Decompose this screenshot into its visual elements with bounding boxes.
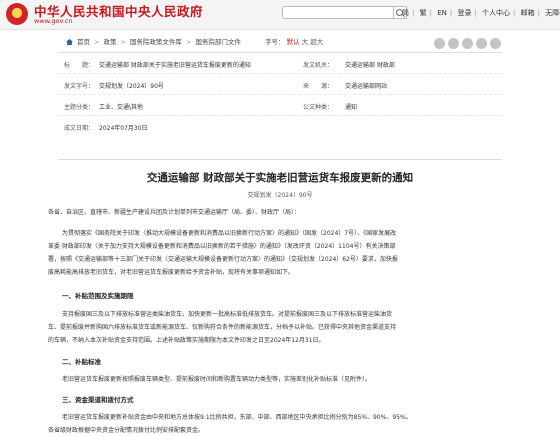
link-personal-center[interactable]: 个人中心: [482, 9, 510, 17]
meta-type-value: 通知: [345, 104, 358, 111]
home-icon: [66, 39, 73, 45]
intro-line: 为贯彻落实《国务院关于印发〈推动大规模设备更新和消费品以旧换新行动方案〉的通知》…: [62, 230, 397, 237]
link-accessibility[interactable]: 无障碍: [545, 9, 560, 17]
document-meta-table: 标 题： 交通运输部 财政部关于实施老旧营运货车报废更新的通知 发文机关： 交通…: [58, 52, 502, 160]
site-header: 中华人民共和国中央人民政府 www.gov.cn 简 | 繁 | EN | 登录 | 个…: [0, 0, 560, 30]
section-3-line: 老旧营运货车报废更新补贴资金由中央和地方总体按9:1比例共担，东部、中部、西部地…: [62, 414, 412, 421]
font-size-default[interactable]: 默认: [287, 38, 300, 46]
meta-topic-label: 主题分类：: [64, 104, 95, 111]
meta-row-docno: 发文字号： 交规划发〔2024〕90号 来 源： 交通运输部网站: [58, 74, 502, 95]
section-1-heading: 一、补贴范围及实施期限: [62, 292, 134, 300]
site-url: www.gov.cn: [34, 17, 73, 25]
breadcrumb: 首页 > 政策 > 国务院政策文件库 > 国务院部门文件: [66, 36, 241, 46]
font-size-xlarge[interactable]: 超大: [310, 38, 323, 46]
link-simplified[interactable]: 简: [402, 9, 409, 17]
share-wechat-icon[interactable]: [448, 38, 459, 49]
document-number: 交规划发〔2024〕90号: [247, 192, 313, 199]
meta-row-title: 标 题： 交通运输部 财政部关于实施老旧营运货车报废更新的通知 发文机关： 交通…: [58, 53, 502, 74]
meta-row-date: 成文日期： 2024年07月30日: [58, 116, 502, 136]
print-icon[interactable]: [490, 38, 501, 49]
meta-docno-value: 交规划发〔2024〕90号: [99, 83, 164, 90]
link-mailbox[interactable]: 邮箱: [521, 9, 535, 17]
meta-date-value: 2024年07月30日: [99, 125, 148, 132]
top-links: 简| 繁| EN| 登录| 个人中心| 邮箱| 无障碍: [402, 8, 560, 18]
breadcrumb-library[interactable]: 国务院政策文件库: [130, 38, 182, 46]
meta-issuer-label: 发文机关：: [303, 62, 334, 69]
intro-line: 革委 财政部印发〈关于加力支持大规模设备更新和消费品以旧换新的若干措施〉的通知》…: [48, 243, 396, 250]
meta-type-label: 公文种类：: [303, 104, 334, 111]
meta-topic-value: 工业、交通\其他: [99, 104, 144, 111]
intro-line: 废高耗能高排放老旧货车，对老旧营运货车报废更新给予资金补贴，现将有关事项通知如下…: [48, 269, 295, 276]
breadcrumb-dept-files[interactable]: 国务院部门文件: [195, 38, 241, 46]
meta-title-label: 标 题：: [64, 62, 95, 69]
link-login[interactable]: 登录: [457, 9, 471, 17]
breadcrumb-home[interactable]: 首页: [77, 38, 90, 46]
share-qzone-icon[interactable]: [462, 38, 473, 49]
share-weibo-icon[interactable]: [434, 38, 445, 49]
national-emblem-icon: [6, 3, 28, 25]
meta-docno-label: 发文字号：: [64, 83, 95, 90]
meta-issuer-value: 交通运输部 财政部: [345, 62, 395, 69]
font-size-control: 字号： 默认 大 超大: [265, 36, 323, 46]
meta-title-value: 交通运输部 财政部关于实施老旧营运货车报废更新的通知: [99, 62, 251, 69]
section-2-heading: 二、补贴标准: [62, 358, 101, 366]
section-1-line: 的车辆，不纳入本次补贴资金支持范围。上述补贴政策实施期限为本文件印发之日至202…: [48, 337, 325, 344]
meta-date-label: 成文日期：: [64, 125, 95, 132]
section-1-line: 支持报废国三及以下排放标准营运类柴油货车，加快更新一批高标准低排放货车。对提前报…: [62, 311, 393, 318]
section-2-line: 老旧营运货车报废更新按照报废车辆类型、提前报废时间和新购置车辆动力类型等，实施差…: [62, 376, 372, 383]
font-size-large[interactable]: 大: [302, 38, 309, 46]
meta-row-topic: 主题分类： 工业、交通\其他 公文种类： 通知: [58, 95, 502, 116]
meta-source-label: 来 源：: [303, 83, 334, 90]
section-3-heading: 三、资金渠道和拨付方式: [62, 396, 134, 404]
search-input[interactable]: [282, 6, 394, 19]
breadcrumb-bar: 首页 > 政策 > 国务院政策文件库 > 国务院部门文件 字号： 默认 大 超大: [0, 30, 560, 52]
link-traditional[interactable]: 繁: [420, 9, 427, 17]
share-bar: [434, 34, 504, 53]
salutation: 各省、自治区、直辖市、新疆生产建设兵团及计划单列市交通运输厅（局、委）、财政厅（…: [48, 209, 301, 216]
section-1-line: 车、提前报废并新购国六排放标准货车或新能源货车、仅新购符合条件的新能源货车，分档…: [48, 324, 397, 331]
font-size-label: 字号：: [265, 38, 285, 46]
section-3-line: 各省级财政根据中央资金分配情况拨付比例安排配套资金。: [48, 427, 205, 434]
breadcrumb-policy[interactable]: 政策: [103, 38, 116, 46]
share-more-icon[interactable]: [476, 38, 487, 49]
meta-source-value: 交通运输部网站: [345, 83, 388, 90]
link-english[interactable]: EN: [437, 9, 447, 17]
intro-line: 署，按照《交通运输部等十三部门关于印发〈交通运输大规模设备更新行动方案〉的通知》…: [48, 256, 398, 263]
document-title: 交通运输部 财政部关于实施老旧营运货车报废更新的通知: [146, 172, 414, 184]
